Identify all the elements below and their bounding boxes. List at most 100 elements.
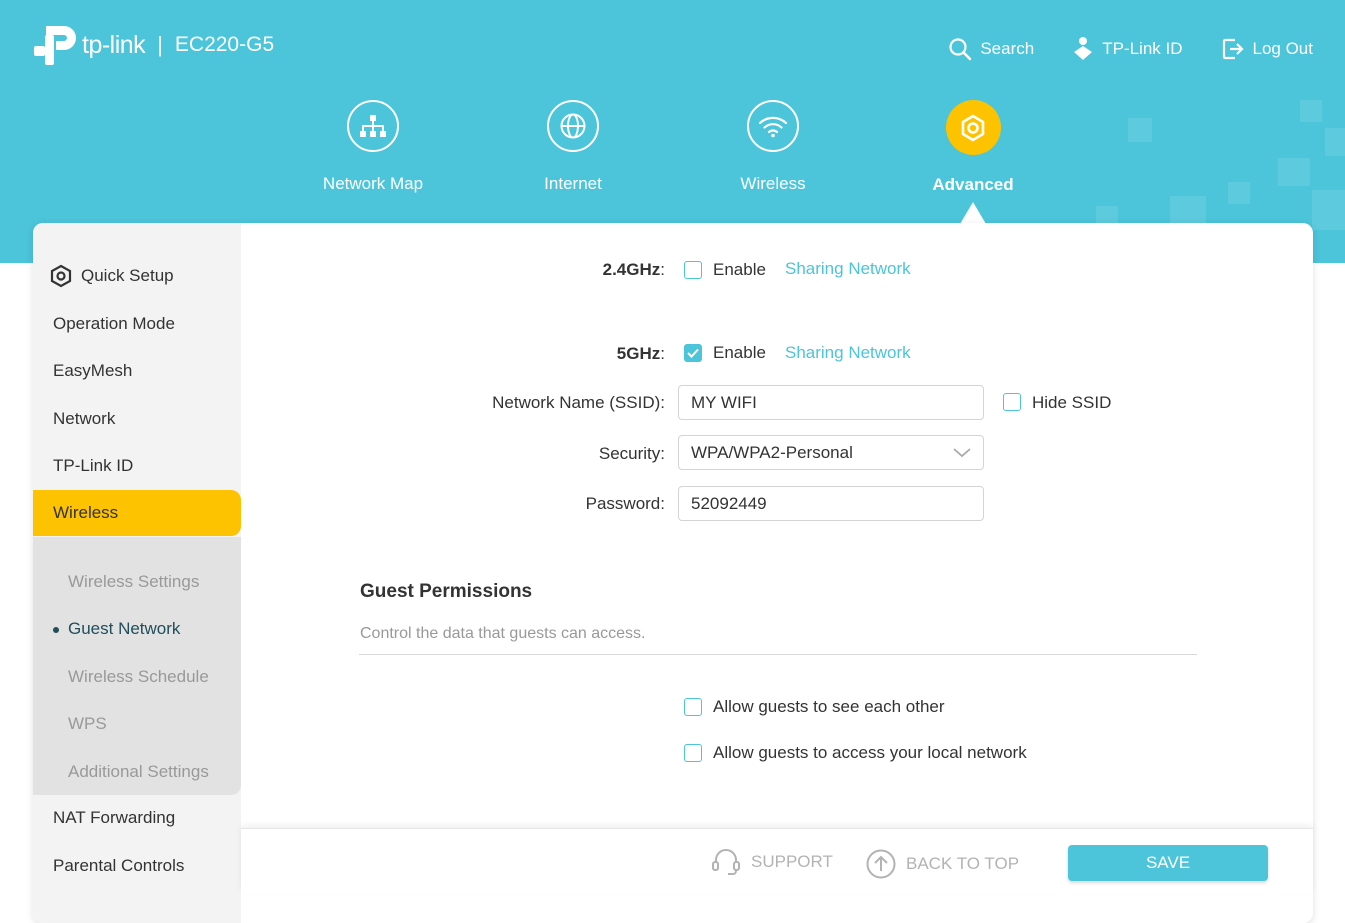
header-links: Search TP-Link ID Log Out [910,36,1313,62]
decor-square [1096,206,1118,224]
search-link-label: Search [980,39,1035,58]
decor-square [1128,118,1152,142]
main-nav: Network Map Internet Wireless Advanced [273,100,1073,195]
password-input[interactable] [678,486,984,521]
sidebar-item-label: Operation Mode [53,314,175,333]
globe-icon [547,100,599,152]
footer-bar: SUPPORT BACK TO TOP SAVE [241,828,1313,893]
sidebar-item-label: Wireless [53,503,119,522]
submenu-item-label: Wireless Settings [68,572,200,591]
nav-internet[interactable]: Internet [473,100,673,195]
band-24-enable-checkbox[interactable] [684,261,702,279]
nav-advanced[interactable]: Advanced [873,100,1073,195]
sidebar: Quick Setup Operation Mode EasyMesh Netw… [33,223,241,923]
headset-icon [712,849,740,875]
decor-square [1325,128,1345,156]
security-select-value: WPA/WPA2-Personal [691,442,853,462]
support-link-label: SUPPORT [751,852,833,871]
submenu-item-label: WPS [68,714,107,733]
band-5-sharing-network-link[interactable]: Sharing Network [785,343,911,363]
main-card: Quick Setup Operation Mode EasyMesh Netw… [33,223,1313,923]
tplink-id-link-label: TP-Link ID [1102,39,1183,58]
submenu-item-label: Additional Settings [68,762,209,781]
decor-square [1300,100,1322,122]
save-button[interactable]: SAVE [1068,845,1268,881]
tplink-id-link[interactable]: TP-Link ID [1072,36,1183,62]
network-map-icon [347,100,399,152]
band-24-enable-label: Enable [713,260,766,279]
sidebar-item-label: NAT Forwarding [53,808,176,827]
decor-square [1228,182,1250,204]
sidebar-item-wireless[interactable]: Wireless [33,490,241,536]
allow-guests-see-each-other-checkbox[interactable] [684,698,702,716]
guest-permissions-title: Guest Permissions [360,581,533,602]
device-model: EC220-G5 [174,33,275,56]
sidebar-item-tplink-id[interactable]: TP-Link ID [33,443,241,489]
nav-wireless[interactable]: Wireless [673,100,873,195]
sidebar-item-label: TP-Link ID [53,456,134,475]
password-label: Password: [585,494,665,513]
sidebar-item-nat-forwarding[interactable]: NAT Forwarding [33,795,241,841]
allow-guests-see-each-other-label: Allow guests to see each other [713,697,945,716]
brand-separator: | [157,32,163,57]
security-label: Security: [598,444,665,463]
submenu-item-wireless-settings[interactable]: Wireless Settings [68,572,199,592]
guest-permissions-description: Control the data that guests can access. [360,625,646,642]
band-24-sharing-network-link[interactable]: Sharing Network [785,259,911,279]
active-nav-pointer [960,202,986,224]
band-5-enable-checkbox[interactable] [684,344,702,362]
search-link[interactable]: Search [948,37,1034,61]
sidebar-item-easymesh[interactable]: EasyMesh [33,348,241,394]
current-page-dot-icon [53,627,59,633]
decor-square [1312,190,1345,230]
submenu-item-additional-settings[interactable]: Additional Settings [68,762,209,782]
sidebar-item-operation-mode[interactable]: Operation Mode [33,301,241,347]
brand-name: tp-link [82,30,146,59]
hide-ssid-checkbox[interactable] [1003,393,1021,411]
back-to-top-label: BACK TO TOP [906,854,1020,873]
nav-wireless-label: Wireless [740,174,806,193]
nav-network-map[interactable]: Network Map [273,100,473,195]
sidebar-item-quick-setup[interactable]: Quick Setup [33,253,241,299]
tplink-logo-icon [34,26,76,65]
submenu-item-wireless-schedule[interactable]: Wireless Schedule [68,667,209,687]
arrow-up-circle-icon [866,849,896,879]
chevron-down-icon [953,447,971,457]
logout-link-label: Log Out [1252,39,1314,58]
brand-logo: tp-link | EC220-G5 [32,22,274,68]
sidebar-item-label: EasyMesh [53,361,133,380]
allow-guests-local-network-checkbox[interactable] [684,744,702,762]
band-5-label: 5GHz: [616,344,665,363]
wireless-submenu: Wireless Settings Guest Network Wireless… [33,537,241,795]
nav-network-map-label: Network Map [322,174,424,193]
sidebar-item-network[interactable]: Network [33,396,241,442]
search-icon [949,38,972,61]
sidebar-item-label: Quick Setup [81,266,174,285]
decor-square [1170,196,1206,226]
submenu-item-guest-network[interactable]: Guest Network [53,619,181,639]
band-5-enable-label: Enable [713,343,766,362]
nav-advanced-label: Advanced [932,175,1014,194]
wifi-icon [747,100,799,152]
allow-guests-local-network-label: Allow guests to access your local networ… [713,743,1027,762]
support-link[interactable]: SUPPORT [711,849,833,875]
submenu-item-wps[interactable]: WPS [68,714,107,734]
submenu-item-label: Guest Network [68,619,181,638]
quick-setup-gear-icon [50,264,72,288]
logout-icon [1222,38,1244,60]
security-select[interactable]: WPA/WPA2-Personal [678,435,984,470]
sidebar-item-parental-controls[interactable]: Parental Controls [33,843,241,889]
section-divider [359,654,1197,655]
back-to-top-link[interactable]: BACK TO TOP [866,849,1019,879]
sidebar-item-label: Network [53,409,116,428]
checkmark-icon [687,348,699,358]
band-24-label: 2.4GHz: [602,260,665,279]
hide-ssid-label: Hide SSID [1032,393,1112,412]
gear-icon [945,100,1001,155]
ssid-label: Network Name (SSID): [492,393,665,412]
submenu-item-label: Wireless Schedule [68,667,209,686]
logout-link[interactable]: Log Out [1221,37,1314,61]
content-panel: 2.4GHz: Enable Sharing Network 5GHz: Ena… [241,223,1313,923]
ssid-input[interactable] [678,385,984,420]
decor-square [1278,158,1310,186]
